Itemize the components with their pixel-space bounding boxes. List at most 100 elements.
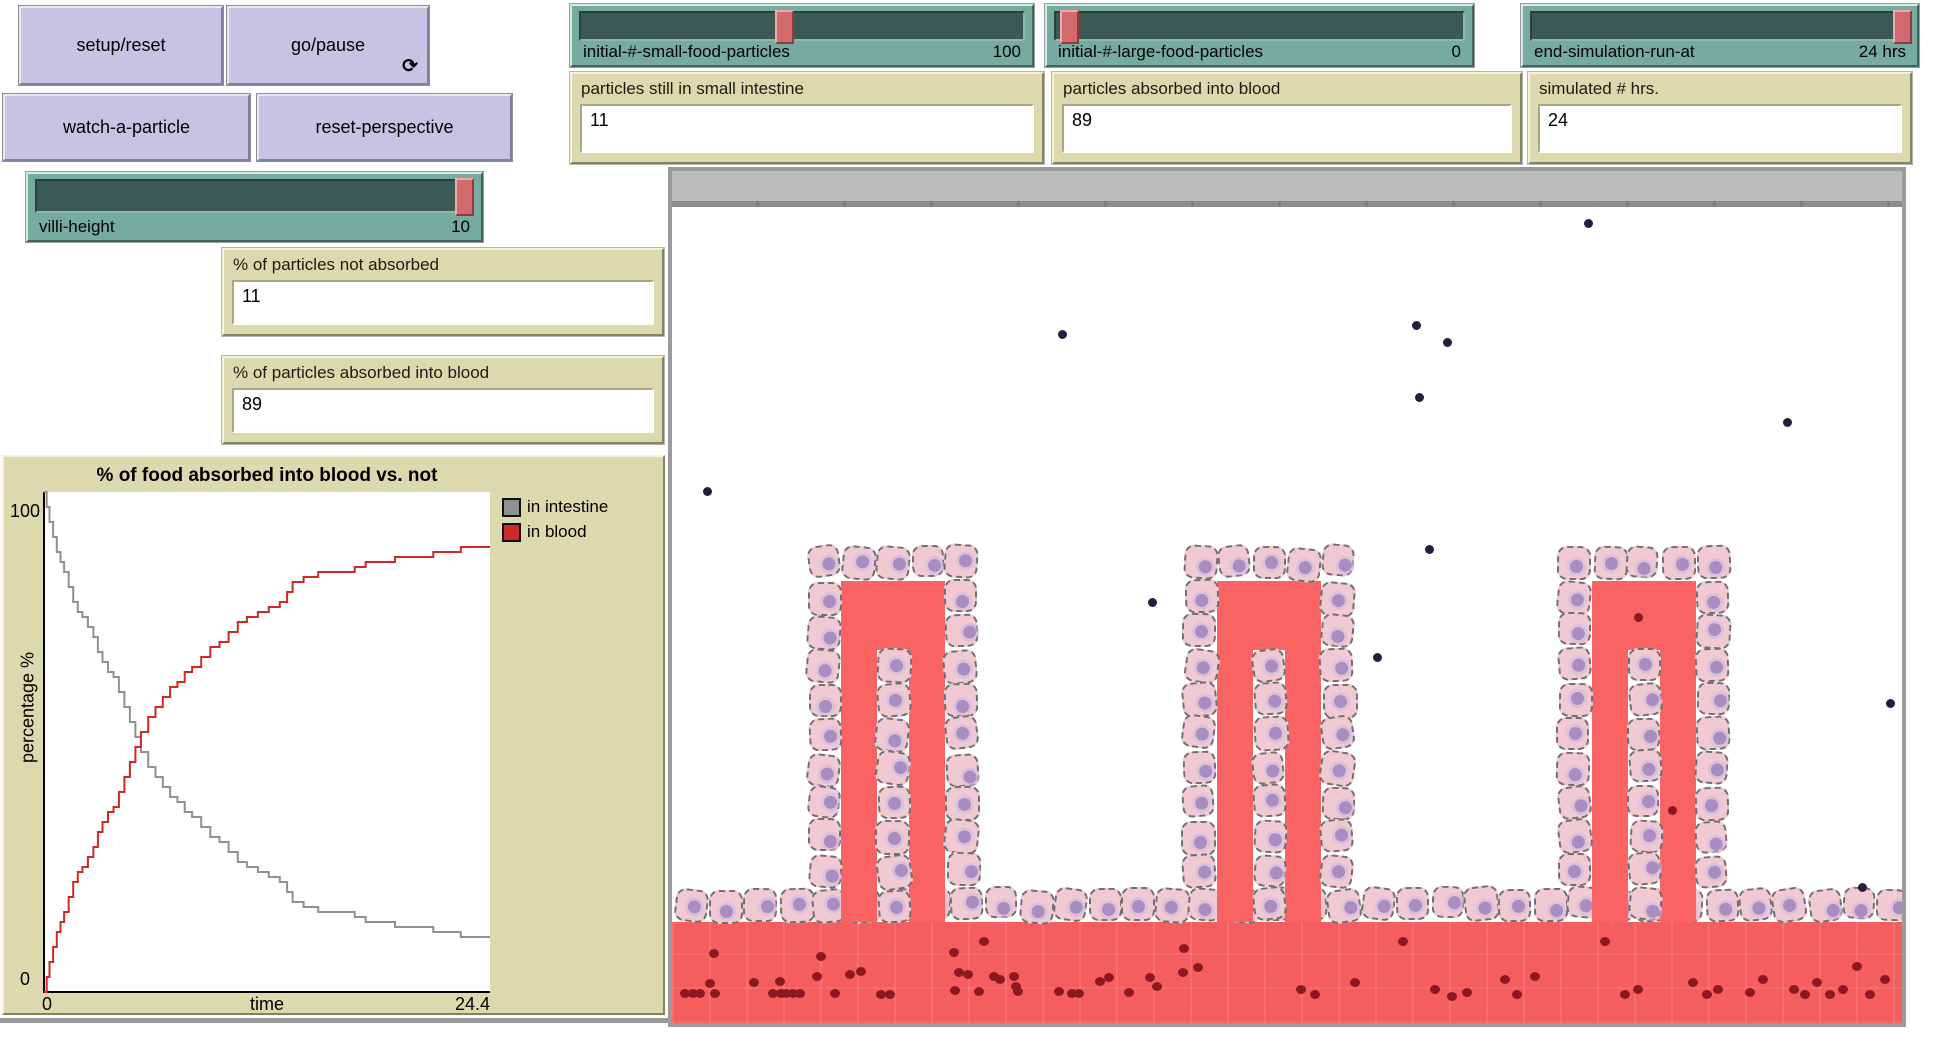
cell-nucleus bbox=[1708, 623, 1722, 637]
epithelial-cell bbox=[1694, 647, 1729, 682]
cell-nucleus bbox=[1265, 556, 1278, 569]
epithelial-cell bbox=[1627, 785, 1659, 817]
epithelial-cell bbox=[1557, 646, 1593, 682]
epithelial-cell bbox=[876, 647, 913, 684]
epithelial-cell bbox=[1319, 818, 1355, 854]
epithelial-cell bbox=[1250, 647, 1287, 684]
blood-cell bbox=[1812, 978, 1822, 987]
blood-cell bbox=[1852, 962, 1862, 971]
cell-nucleus bbox=[956, 700, 969, 713]
monitor-label: particles still in small intestine bbox=[581, 79, 804, 99]
cell-nucleus bbox=[1707, 865, 1721, 879]
epithelial-cell bbox=[1694, 820, 1729, 855]
cell-nucleus bbox=[1343, 900, 1358, 915]
legend-item-intestine: in intestine bbox=[502, 497, 608, 517]
cell-nucleus bbox=[958, 830, 972, 844]
cell-nucleus bbox=[1854, 904, 1868, 918]
epithelial-cell bbox=[1627, 885, 1663, 921]
cell-nucleus bbox=[1447, 896, 1460, 909]
cell-nucleus bbox=[890, 659, 904, 673]
slider-handle[interactable] bbox=[1060, 10, 1079, 44]
watch-a-particle-button[interactable]: watch-a-particle bbox=[3, 94, 250, 161]
epithelial-cell bbox=[873, 716, 911, 754]
epithelial-cell bbox=[1627, 681, 1663, 717]
slider-initial-large-food-particles[interactable]: initial-#-large-food-particles 0 bbox=[1045, 4, 1474, 67]
slider-handle[interactable] bbox=[1893, 10, 1912, 44]
slider-track[interactable] bbox=[35, 179, 474, 213]
epithelial-cell bbox=[944, 683, 979, 718]
reset-perspective-label: reset-perspective bbox=[315, 117, 453, 138]
monitor-label: simulated # hrs. bbox=[1539, 79, 1659, 99]
cell-nucleus bbox=[856, 555, 870, 569]
slider-handle[interactable] bbox=[775, 10, 794, 44]
simulation-view[interactable] bbox=[668, 167, 1906, 1027]
go-pause-button[interactable]: go/pause ⟳ bbox=[227, 6, 429, 85]
epithelial-cell bbox=[1627, 718, 1660, 751]
monitor-field: 11 bbox=[232, 280, 654, 325]
epithelial-cell bbox=[1695, 613, 1732, 650]
epithelial-cell bbox=[1251, 885, 1287, 921]
intestine-world[interactable] bbox=[672, 207, 1902, 1023]
cell-nucleus bbox=[1705, 799, 1718, 812]
cell-nucleus bbox=[1199, 764, 1213, 778]
monitor-particles-in-intestine: particles still in small intestine 11 bbox=[570, 72, 1044, 164]
epithelial-cell bbox=[985, 886, 1018, 919]
capillary-arch bbox=[1217, 581, 1321, 650]
epithelial-cell bbox=[804, 647, 841, 684]
capillary-leg bbox=[1660, 648, 1696, 922]
epithelial-cell bbox=[941, 648, 978, 685]
epithelial-cell bbox=[1694, 750, 1729, 785]
cell-nucleus bbox=[888, 694, 902, 708]
epithelial-cell bbox=[912, 545, 945, 578]
slider-track[interactable] bbox=[1530, 11, 1910, 41]
blood-cell bbox=[949, 948, 959, 957]
epithelial-cell bbox=[944, 579, 977, 612]
cell-nucleus bbox=[1198, 695, 1212, 709]
epithelial-cell bbox=[1321, 786, 1355, 820]
cell-nucleus bbox=[1268, 694, 1282, 708]
monitor-field: 11 bbox=[580, 104, 1034, 153]
epithelial-cell bbox=[808, 818, 841, 851]
epithelial-cell bbox=[840, 544, 877, 581]
epithelial-cell bbox=[1431, 885, 1464, 918]
epithelial-cell bbox=[1318, 853, 1355, 890]
cell-nucleus bbox=[1269, 866, 1283, 880]
monitor-pct-absorbed: % of particles absorbed into blood 89 bbox=[222, 356, 664, 444]
epithelial-cell bbox=[1558, 612, 1592, 646]
monitor-value: 24 bbox=[1548, 110, 1568, 131]
epithelial-cell bbox=[808, 717, 843, 752]
cell-nucleus bbox=[1194, 836, 1207, 849]
slider-track[interactable] bbox=[579, 11, 1025, 41]
blood-cell bbox=[1865, 990, 1875, 999]
blood-cell bbox=[710, 989, 720, 998]
slider-track[interactable] bbox=[1054, 11, 1465, 41]
slider-initial-small-food-particles[interactable]: initial-#-small-food-particles 100 bbox=[570, 4, 1034, 67]
cell-nucleus bbox=[963, 625, 977, 639]
cell-nucleus bbox=[825, 869, 839, 883]
epithelial-cell bbox=[1319, 612, 1355, 648]
netlogo-app-window: setup/reset go/pause ⟳ watch-a-particle … bbox=[0, 0, 1948, 1044]
epithelial-cell bbox=[1323, 684, 1358, 719]
epithelial-cell bbox=[1697, 682, 1731, 716]
slider-label: end-simulation-run-at bbox=[1534, 42, 1695, 62]
epithelial-cell bbox=[1181, 784, 1216, 819]
slider-end-simulation-run-at[interactable]: end-simulation-run-at 24 hrs bbox=[1521, 4, 1919, 67]
cell-nucleus bbox=[1646, 904, 1660, 918]
epithelial-cell bbox=[1180, 680, 1218, 718]
epithelial-cell bbox=[1181, 821, 1216, 856]
reset-perspective-button[interactable]: reset-perspective bbox=[257, 94, 512, 161]
blood-cell bbox=[885, 990, 895, 999]
cell-nucleus bbox=[1265, 793, 1279, 807]
cell-nucleus bbox=[793, 898, 806, 911]
monitor-field: 24 bbox=[1538, 104, 1902, 153]
blood-cell bbox=[1054, 987, 1064, 996]
epithelial-cell bbox=[709, 890, 743, 924]
epithelial-cell bbox=[1555, 751, 1590, 786]
slider-handle[interactable] bbox=[455, 178, 474, 216]
monitor-field: 89 bbox=[232, 388, 654, 433]
cell-nucleus bbox=[820, 766, 834, 780]
slider-villi-height[interactable]: villi-height 10 bbox=[26, 172, 483, 242]
cell-nucleus bbox=[1710, 837, 1724, 851]
setup-reset-button[interactable]: setup/reset bbox=[19, 6, 223, 85]
epithelial-cell bbox=[1252, 783, 1287, 818]
